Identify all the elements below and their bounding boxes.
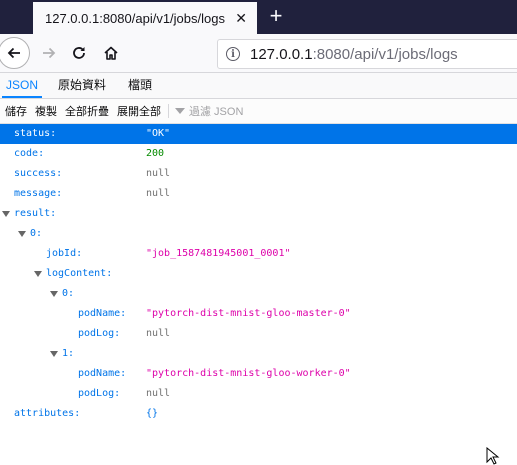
json-value: null — [146, 188, 171, 199]
url-text: 127.0.0.1:8080/api/v1/jobs/logs — [250, 46, 458, 63]
json-key: jobId: — [46, 248, 83, 259]
tab-raw-data[interactable]: 原始資料 — [58, 73, 106, 98]
viewer-tabs: JSON 原始資料 檔頭 — [0, 73, 517, 99]
collapse-all-button[interactable]: 全部折疊 — [65, 103, 109, 119]
url-path: :8080/api/v1/jobs/logs — [312, 45, 458, 63]
json-value: "pytorch-dist-mnist-gloo-worker-0" — [146, 368, 351, 379]
json-key: 1: — [62, 348, 75, 359]
forward-button[interactable] — [35, 39, 63, 67]
tab-title: 127.0.0.1:8080/api/v1/jobs/logs — [45, 10, 225, 26]
json-value: null — [146, 388, 171, 399]
json-row-result-0[interactable]: 0: — [0, 224, 517, 244]
info-icon[interactable]: i — [226, 47, 240, 61]
expand-triangle-icon[interactable] — [50, 351, 58, 357]
filter-placeholder: 過濾 JSON — [189, 106, 244, 118]
navigation-bar: i 127.0.0.1:8080/api/v1/jobs/logs — [0, 34, 517, 73]
json-value: null — [146, 168, 171, 179]
save-button[interactable]: 儲存 — [5, 103, 27, 119]
url-host: 127.0.0.1 — [250, 45, 313, 63]
close-tab-icon[interactable]: ✕ — [235, 9, 247, 27]
home-icon — [104, 46, 118, 60]
new-tab-icon[interactable]: + — [264, 3, 288, 29]
expand-triangle-icon[interactable] — [50, 291, 58, 297]
json-row-log-0[interactable]: 0: — [0, 284, 517, 304]
expand-triangle-icon[interactable] — [34, 271, 42, 277]
json-tree: status: "OK" code: 200 success: null mes… — [0, 124, 517, 424]
json-key: 0: — [62, 288, 75, 299]
back-arrow-icon — [7, 47, 20, 59]
filter-icon — [175, 108, 185, 114]
json-row-success[interactable]: success: null — [0, 164, 517, 184]
json-row-jobid[interactable]: jobId: "job_1587481945001_0001" — [0, 244, 517, 264]
copy-button[interactable]: 複製 — [35, 103, 57, 119]
json-key: status: — [14, 128, 57, 139]
json-row-code[interactable]: code: 200 — [0, 144, 517, 164]
json-row-logcontent[interactable]: logContent: — [0, 264, 517, 284]
json-key: attributes: — [14, 408, 81, 419]
json-key: podName: — [78, 368, 127, 379]
expand-all-button[interactable]: 展開全部 — [117, 103, 161, 119]
tab-strip: 127.0.0.1:8080/api/v1/jobs/logs ✕ + — [0, 0, 517, 34]
json-value: "pytorch-dist-mnist-gloo-master-0" — [146, 308, 351, 319]
json-key: logContent: — [46, 268, 113, 279]
json-key: code: — [14, 148, 45, 159]
forward-arrow-icon — [43, 47, 56, 59]
json-value: null — [146, 328, 171, 339]
back-button[interactable] — [0, 37, 30, 69]
expand-triangle-icon[interactable] — [2, 211, 10, 217]
filter-json-input[interactable]: 過濾 JSON — [175, 103, 243, 119]
toolbar-divider — [168, 104, 169, 118]
json-value: 200 — [146, 148, 165, 159]
json-key: result: — [14, 208, 57, 219]
json-value: {} — [146, 408, 159, 419]
json-row-result[interactable]: result: — [0, 204, 517, 224]
json-value: "job_1587481945001_0001" — [146, 248, 291, 259]
json-key: podLog: — [78, 328, 121, 339]
tab-json[interactable]: JSON — [1, 73, 43, 98]
mouse-cursor-icon — [486, 447, 500, 465]
json-row-message[interactable]: message: null — [0, 184, 517, 204]
json-row-podname-0[interactable]: podName: "pytorch-dist-mnist-gloo-master… — [0, 304, 517, 324]
json-row-podlog-1[interactable]: podLog: null — [0, 384, 517, 404]
url-bar[interactable]: i 127.0.0.1:8080/api/v1/jobs/logs — [217, 39, 517, 69]
json-key: podLog: — [78, 388, 121, 399]
json-row-attributes[interactable]: attributes: {} — [0, 404, 517, 424]
json-row-log-1[interactable]: 1: — [0, 344, 517, 364]
json-row-podname-1[interactable]: podName: "pytorch-dist-mnist-gloo-worker… — [0, 364, 517, 384]
json-key: 0: — [30, 228, 43, 239]
reload-icon — [73, 47, 85, 59]
json-row-status[interactable]: status: "OK" — [0, 124, 517, 144]
json-key: message: — [14, 188, 63, 199]
home-button[interactable] — [97, 39, 125, 67]
json-key: success: — [14, 168, 63, 179]
browser-tab[interactable]: 127.0.0.1:8080/api/v1/jobs/logs ✕ — [33, 2, 257, 34]
tab-headers[interactable]: 檔頭 — [128, 73, 152, 98]
json-row-podlog-0[interactable]: podLog: null — [0, 324, 517, 344]
json-key: podName: — [78, 308, 127, 319]
reload-button[interactable] — [65, 39, 93, 67]
viewer-toolbar: 儲存 複製 全部折疊 展開全部 過濾 JSON — [0, 99, 517, 124]
expand-triangle-icon[interactable] — [18, 231, 26, 237]
json-value: "OK" — [146, 128, 171, 139]
